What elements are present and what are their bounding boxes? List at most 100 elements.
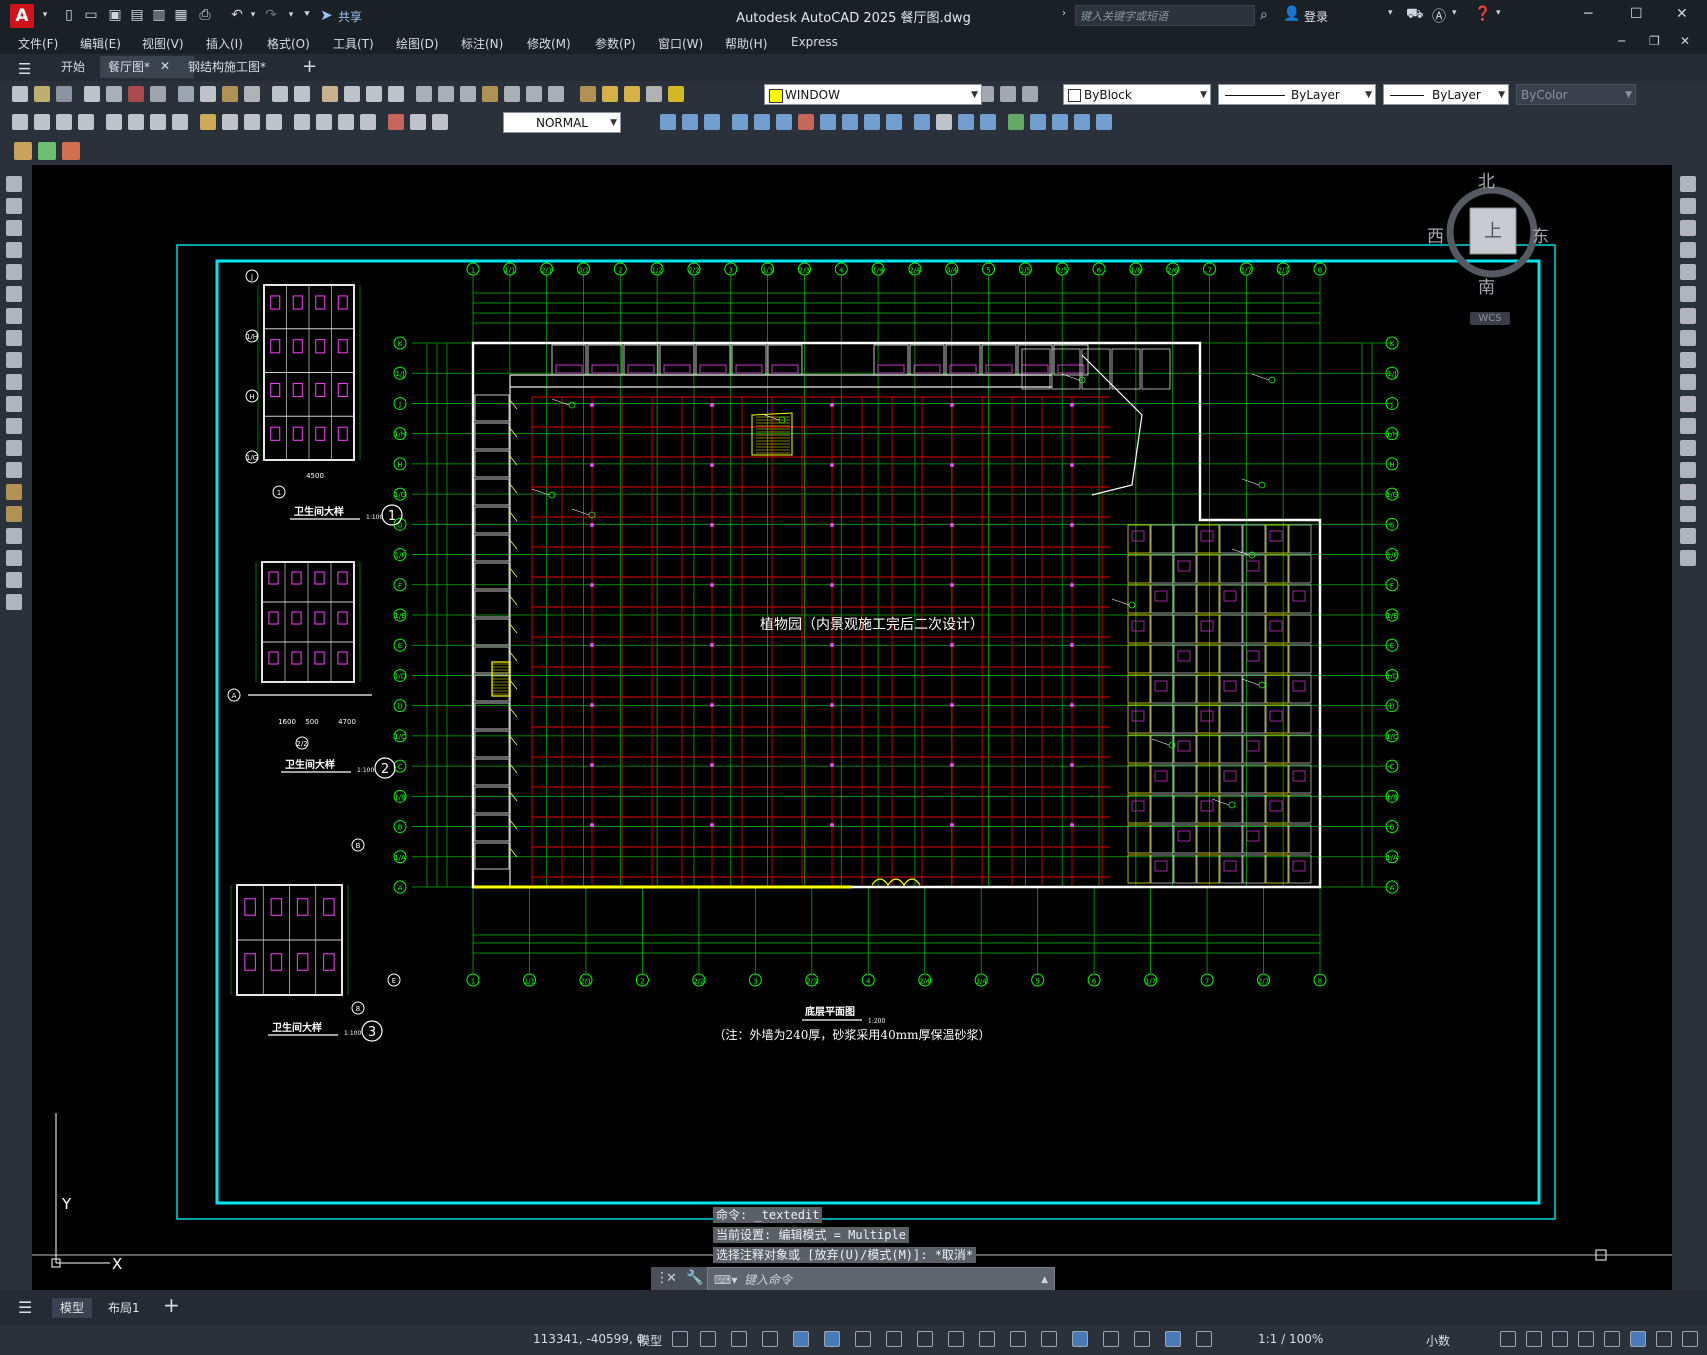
xline-icon[interactable] [6, 198, 22, 214]
lock-ui-icon[interactable] [1578, 1331, 1594, 1347]
open-icon[interactable] [34, 86, 50, 102]
export-icon[interactable]: ▥ [150, 6, 168, 24]
plotstyle-dropdown[interactable]: ByColor ▼ [1516, 84, 1636, 105]
break-at-point-icon[interactable] [1680, 418, 1696, 434]
coordinates-readout[interactable]: 113341, -40599, 0 [533, 1332, 644, 1346]
publish-icon[interactable]: ▦ [172, 6, 190, 24]
explode-icon[interactable] [1680, 550, 1696, 566]
3d-osnap-toggle-icon[interactable] [1041, 1331, 1057, 1347]
add-selected-icon[interactable] [6, 594, 22, 610]
erase-icon[interactable] [1680, 176, 1696, 192]
presspull-icon[interactable] [820, 114, 836, 130]
dim-continue-icon[interactable] [244, 114, 260, 130]
layer-properties-icon[interactable] [580, 86, 596, 102]
menu-draw[interactable]: 绘图(D) [396, 35, 439, 52]
chamfer-icon[interactable] [1680, 484, 1696, 500]
mirror-icon[interactable] [1680, 220, 1696, 236]
break-icon[interactable] [1680, 440, 1696, 456]
object-snap-toggle-icon[interactable] [917, 1331, 933, 1347]
match-properties-icon[interactable] [244, 86, 260, 102]
annotation-monitor-icon[interactable] [1500, 1331, 1516, 1347]
copy-icon[interactable] [200, 86, 216, 102]
isodraft-toggle-icon[interactable] [855, 1331, 871, 1347]
selection-cycling-toggle-icon[interactable] [1010, 1331, 1026, 1347]
menu-modify[interactable]: 修改(M) [527, 35, 571, 52]
trim-icon[interactable] [1680, 374, 1696, 390]
doc-minimize-icon[interactable]: ─ [1618, 34, 1625, 48]
union-icon[interactable] [842, 114, 858, 130]
block-attribute-icon[interactable] [62, 142, 80, 160]
properties-icon[interactable] [416, 86, 432, 102]
open-folder-icon[interactable]: ▭ [82, 6, 100, 24]
table-icon[interactable] [6, 550, 22, 566]
hatch-icon[interactable] [6, 484, 22, 500]
menu-help[interactable]: 帮助(H) [725, 35, 767, 52]
circle-icon[interactable] [6, 308, 22, 324]
polyline-icon[interactable] [6, 220, 22, 236]
viewcube-west[interactable]: 西 [1427, 222, 1444, 247]
design-center-icon[interactable] [438, 86, 454, 102]
dim-radius-icon[interactable] [106, 114, 122, 130]
cut-icon[interactable] [178, 86, 194, 102]
viewcube-top-label[interactable]: 上 [1484, 217, 1502, 243]
chevron-down-icon[interactable]: ▾ [1496, 8, 1501, 18]
command-input[interactable]: ⌨▾ 键入命令 ▲ [707, 1267, 1055, 1291]
doc-restore-icon[interactable]: ❐ [1649, 34, 1660, 48]
grid-toggle-icon[interactable] [672, 1331, 688, 1347]
viewcube-east[interactable]: 东 [1532, 222, 1549, 247]
stretch-icon[interactable] [1680, 352, 1696, 368]
doc-close-icon[interactable]: ✕ [1680, 34, 1690, 48]
cart-icon[interactable]: ⛟ [1406, 6, 1424, 24]
maximize-icon[interactable]: ☐ [1630, 6, 1643, 22]
layer-lock-icon[interactable] [646, 86, 662, 102]
3d-box-icon[interactable] [660, 114, 676, 130]
gradient-icon[interactable] [6, 506, 22, 522]
dim-text-edit-icon[interactable] [410, 114, 426, 130]
dim-ordinate-icon[interactable] [78, 114, 94, 130]
zoom-window-icon[interactable] [366, 86, 382, 102]
redo-icon[interactable]: ↷ [262, 6, 280, 24]
move-icon[interactable] [1680, 286, 1696, 302]
chevron-up-icon[interactable]: ▲ [1041, 1268, 1048, 1292]
3d-move-icon[interactable] [1008, 114, 1024, 130]
menu-insert[interactable]: 插入(I) [206, 35, 243, 52]
point-icon[interactable] [6, 462, 22, 478]
linetype-dropdown[interactable]: ByLayer ▼ [1218, 84, 1376, 105]
customization-icon[interactable] [1682, 1331, 1698, 1347]
dynamic-ucs-toggle-icon[interactable] [1072, 1331, 1088, 1347]
hardware-acceleration-icon[interactable] [1630, 1331, 1646, 1347]
redo-icon[interactable] [294, 86, 310, 102]
close-icon[interactable]: ✕ [1676, 6, 1688, 22]
fillet-icon[interactable] [1680, 506, 1696, 522]
dim-linear-icon[interactable] [12, 114, 28, 130]
lineweight-dropdown[interactable]: ByLayer ▼ [1383, 84, 1509, 105]
dim-angular-icon[interactable] [172, 114, 188, 130]
subtract-icon[interactable] [864, 114, 880, 130]
menu-express[interactable]: Express [791, 35, 838, 49]
close-command-icon[interactable]: ✕ [666, 1271, 677, 1286]
loft-icon[interactable] [798, 114, 814, 130]
arc-icon[interactable] [6, 286, 22, 302]
join-icon[interactable] [1680, 462, 1696, 478]
quick-dim-icon[interactable] [200, 114, 216, 130]
polygon-icon[interactable] [6, 242, 22, 258]
units-toggle-icon[interactable] [1526, 1331, 1542, 1347]
qnew-icon[interactable] [12, 86, 28, 102]
object-snap-tracking-toggle-icon[interactable] [886, 1331, 902, 1347]
rotate-icon[interactable] [1680, 308, 1696, 324]
undo-icon[interactable] [272, 86, 288, 102]
chevron-right-icon[interactable]: › [1062, 8, 1066, 19]
viewcube-south[interactable]: 南 [1478, 273, 1495, 298]
extend-icon[interactable] [1680, 396, 1696, 412]
3d-rotate-icon[interactable] [1030, 114, 1046, 130]
dim-arc-icon[interactable] [56, 114, 72, 130]
region-icon[interactable] [6, 528, 22, 544]
wcs-button[interactable]: WCS [1470, 312, 1510, 325]
selection-filter-toggle-icon[interactable] [1103, 1331, 1119, 1347]
line-icon[interactable] [6, 176, 22, 192]
rectangle-icon[interactable] [6, 264, 22, 280]
autoscale-toggle-icon[interactable] [1196, 1331, 1212, 1347]
drawing-canvas[interactable]: 1 1/1 2/1 3/1 2 1/2 2/2 3 1/3 2/3 4 1/4 2/4 3/4 5 1/5 2/… [32, 165, 1672, 1290]
customize-qat-icon[interactable]: ⯆ [298, 6, 316, 24]
tab-steel-structure[interactable]: 钢结构施工图* [180, 56, 274, 78]
